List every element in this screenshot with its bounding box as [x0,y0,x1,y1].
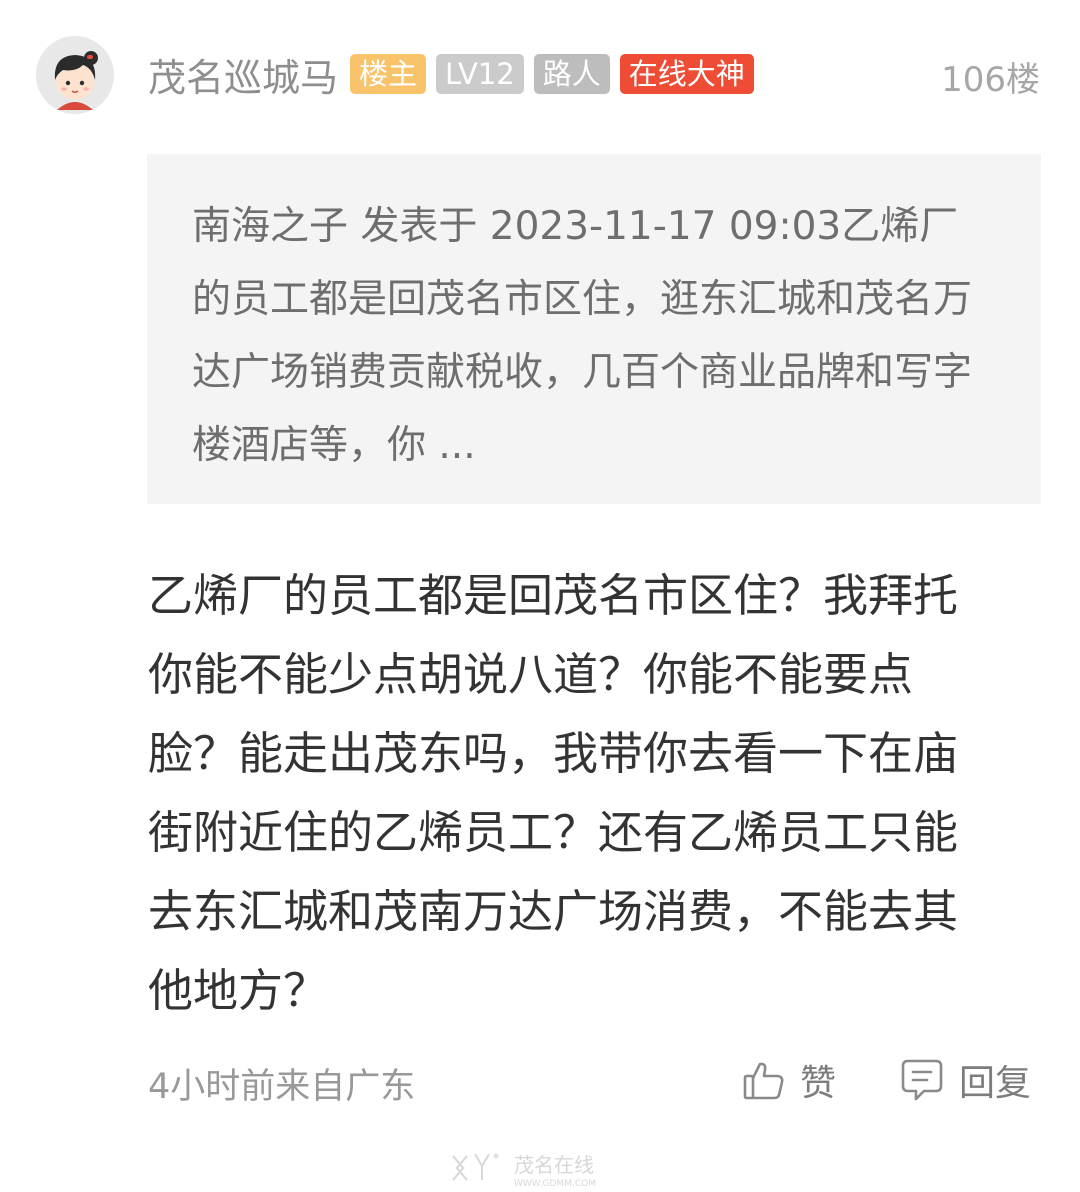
badge-online-expert: 在线大神 [619,54,754,94]
cartoon-girl-avatar-icon [36,36,114,114]
author-avatar[interactable] [36,36,114,114]
author-name[interactable]: 茂名巡城马 [148,47,338,102]
badge-thread-starter: 楼主 [350,54,427,94]
quoted-post[interactable]: 南海之子 发表于 2023-11-17 09:03乙烯厂的员工都是回茂名市区住，… [147,154,1041,504]
badge-title: 路人 [533,54,610,94]
reply-button[interactable]: 回复 [899,1054,1031,1106]
floor-number: 106楼 [941,60,1040,100]
like-label: 赞 [800,1063,837,1104]
thumbs-up-icon [743,1062,784,1100]
watermark-logo-icon: 茂名在线 WWW.GDMM.COM [452,1153,596,1189]
site-watermark: 茂名在线 WWW.GDMM.COM [448,1146,638,1190]
badge-level: LV12 [436,54,524,94]
post-content: 乙烯厂的员工都是回茂名市区住？我拜托你能不能少点胡说八道？你能不能要点脸？能走出… [148,569,959,1017]
svg-text:茂名在线: 茂名在线 [514,1153,594,1177]
reply-label: 回复 [959,1063,1032,1104]
svg-text:WWW.GDMM.COM: WWW.GDMM.COM [514,1179,596,1189]
post-header: 茂名巡城马 楼主 LV12 路人 在线大神 [148,48,764,100]
quoted-post-text: 南海之子 发表于 2023-11-17 09:03乙烯厂的员工都是回茂名市区住，… [192,204,973,468]
post-meta: 4小时前来自广东 [148,1067,416,1107]
comment-icon [901,1059,943,1101]
like-button[interactable]: 赞 [742,1054,836,1106]
